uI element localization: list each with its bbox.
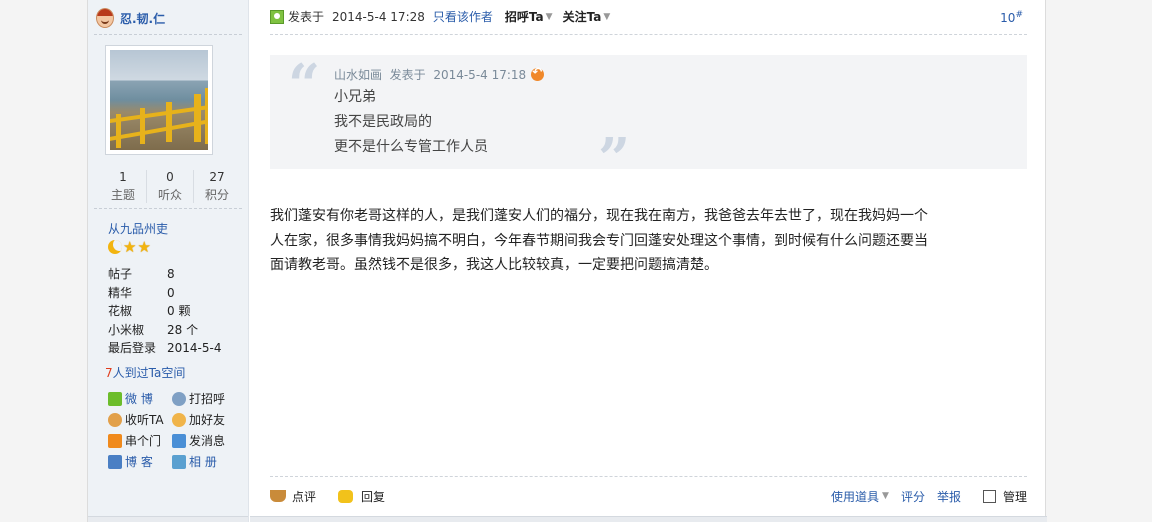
visit-home-link[interactable]: 串个门 (108, 432, 172, 449)
quote-block: “ ” 山水如画 发表于 2014-5-4 17:18 小兄弟 我不是民政局的 … (270, 52, 1027, 187)
album-icon (172, 454, 186, 469)
greet-link[interactable]: 打招呼 (172, 390, 236, 407)
weibo-link[interactable]: 微 博 (108, 390, 172, 407)
quote-line: 更不是什么专管工作人员 (334, 139, 488, 155)
chevron-down-icon[interactable]: ▼ (882, 491, 889, 501)
message-link[interactable]: 发消息 (172, 432, 236, 449)
user-actions: 微 博 打招呼 收听TA 加好友 串个门 发消息 博 客 相 册 (108, 388, 244, 472)
greet-dropdown[interactable]: 招呼Ta (505, 8, 544, 25)
moon-icon (108, 240, 122, 254)
digest-count: 0 (167, 285, 175, 300)
chevron-down-icon[interactable]: ▼ (546, 12, 553, 22)
user-group[interactable]: 从九品州吏 (108, 220, 168, 237)
divider (94, 208, 242, 209)
post-body: 我们蓬安有你老哥这样的人，是我们蓬安人们的福分，现在我在南方，我爸爸去年去世了，… (270, 208, 928, 273)
rank-stars: ★ ★ (108, 238, 151, 256)
report-link[interactable]: 举报 (937, 488, 961, 505)
listen-link[interactable]: 收听TA (108, 411, 172, 428)
star-icon (108, 391, 122, 406)
posts-count: 8 (167, 267, 175, 281)
follow-dropdown[interactable]: 关注Ta (563, 8, 602, 25)
post-content: 发表于 2014-5-4 17:28 只看该作者 招呼Ta ▼ 关注Ta ▼ 10#… (250, 0, 1047, 522)
post-time: 2014-5-4 17:28 (332, 9, 425, 24)
user-info: 帖子 8 精华 0 花椒 0 颗 小米椒 28 个 最后登录 2014-5-4 (108, 265, 221, 358)
comment-button[interactable]: 点评 (270, 488, 316, 505)
post-header: 发表于 2014-5-4 17:28 只看该作者 招呼Ta ▼ 关注Ta ▼ (270, 8, 620, 25)
wave-icon (172, 391, 186, 406)
manage-checkbox[interactable] (982, 489, 996, 503)
quote-line: 我不是民政局的 (334, 114, 432, 130)
home-icon (108, 433, 122, 448)
last-login: 2014-5-4 (167, 341, 222, 356)
divider (270, 476, 1027, 477)
add-friend-link[interactable]: 加好友 (172, 411, 236, 428)
mail-icon (172, 433, 186, 448)
reply-button[interactable]: 回复 (338, 488, 385, 505)
user-face-icon (96, 8, 114, 28)
speech-bubble-icon (338, 489, 354, 503)
coffee-cup-icon (270, 490, 286, 502)
quote-header: 山水如画 发表于 2014-5-4 17:18 (334, 65, 545, 83)
quote-line: 小兄弟 (334, 89, 376, 105)
blog-link[interactable]: 博 客 (108, 453, 172, 470)
rate-link[interactable]: 评分 (901, 488, 925, 505)
album-link[interactable]: 相 册 (172, 453, 236, 470)
listen-icon (108, 412, 122, 427)
chevron-down-icon[interactable]: ▼ (603, 12, 610, 22)
space-visits[interactable]: 7人到过Ta空间 (105, 364, 185, 381)
manage-label: 管理 (1002, 489, 1027, 504)
content-bottom-divider (250, 516, 1047, 522)
star-icon: ★ (123, 238, 137, 256)
online-status-icon (270, 9, 284, 24)
author-sidebar: 忍.韧.仁 1 主题 0 听众 27 积分 从九品州吏 ★ ★ 帖子 8 精华 … (88, 0, 249, 522)
star-icon: ★ (137, 238, 151, 256)
add-friend-icon (172, 412, 186, 427)
floor-number[interactable]: 10# (1000, 10, 1023, 25)
millet-pepper-count: 28 个 (167, 322, 199, 337)
jump-to-post-icon[interactable] (531, 65, 545, 81)
use-tools-dropdown[interactable]: 使用道具 (831, 488, 879, 505)
username-row[interactable]: 忍.韧.仁 (96, 8, 165, 28)
divider (94, 34, 242, 35)
post-footer: 点评 回复 使用道具 ▼ 评分 举报 管理 (270, 487, 1027, 505)
divider (270, 34, 1027, 35)
only-author-link[interactable]: 只看该作者 (433, 8, 493, 25)
quote-author: 山水如画 (334, 68, 383, 82)
close-quote-icon: ” (598, 126, 631, 192)
stat-points[interactable]: 27 积分 (194, 170, 240, 203)
pepper-count: 0 颗 (167, 304, 191, 319)
stat-listeners[interactable]: 0 听众 (147, 170, 194, 203)
username[interactable]: 忍.韧.仁 (120, 10, 165, 27)
sidebar-bottom-divider (88, 516, 248, 522)
open-quote-icon: “ (288, 52, 321, 118)
post-container: 忍.韧.仁 1 主题 0 听众 27 积分 从九品州吏 ★ ★ 帖子 8 精华 … (87, 0, 1047, 522)
blog-icon (108, 454, 122, 469)
avatar[interactable] (105, 45, 213, 155)
quote-time: 2014-5-4 17:18 (433, 67, 527, 82)
user-stats: 1 主题 0 听众 27 积分 (100, 170, 240, 203)
stat-topics[interactable]: 1 主题 (100, 170, 147, 203)
